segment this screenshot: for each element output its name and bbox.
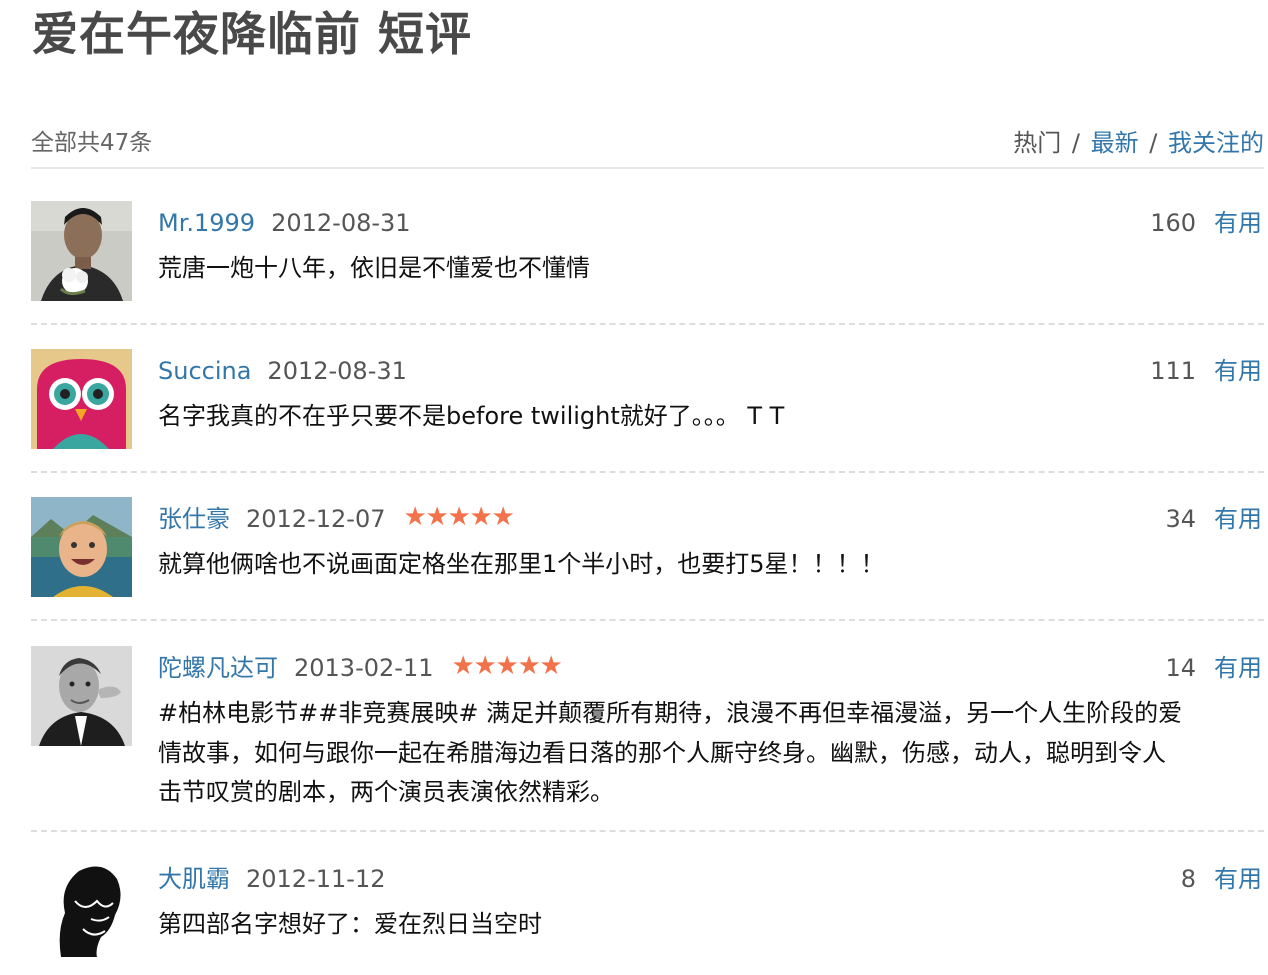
comment-item: 陀螺凡达可 2013-02-11 ★★★★★ 14 有用 #柏林电影节##非竞赛展映#… <box>31 646 1264 832</box>
smiling-boy-avatar[interactable] <box>31 497 132 597</box>
tab-hot[interactable]: 热门 <box>1013 129 1061 157</box>
star-icon: ★ <box>491 502 515 532</box>
vote-count: 8 <box>1180 865 1196 893</box>
comment-info: 张仕豪 2012-12-07 ★★★★★ <box>158 499 515 537</box>
comment-info: 陀螺凡达可 2013-02-11 ★★★★★ <box>158 648 563 686</box>
comment-info: Mr.1999 2012-08-31 <box>158 205 411 241</box>
owl-avatar[interactable] <box>31 349 132 449</box>
useful-button[interactable]: 有用 <box>1214 357 1262 385</box>
tab-following[interactable]: 我关注的 <box>1168 129 1264 157</box>
star-icon: ★ <box>473 651 497 681</box>
comment-text: 就算他俩啥也不说画面定格坐在那里1个半小时，也要打5星！！！！ <box>158 550 885 578</box>
vote-count: 14 <box>1165 654 1196 682</box>
rating-stars: ★★★★★ <box>403 499 515 535</box>
total-count: 全部共47条 <box>31 130 153 156</box>
user-name[interactable]: Mr.1999 <box>158 209 255 237</box>
tab-separator: / <box>1071 129 1080 157</box>
user-name[interactable]: Succina <box>158 357 251 385</box>
useful-button[interactable]: 有用 <box>1214 654 1262 682</box>
vote-count: 160 <box>1150 209 1196 237</box>
comment-date: 2012-11-12 <box>246 865 386 893</box>
comment-date: 2012-08-31 <box>267 357 407 385</box>
user-name[interactable]: 陀螺凡达可 <box>158 654 278 682</box>
rating-stars: ★★★★★ <box>451 648 563 684</box>
star-icon: ★ <box>469 502 493 532</box>
star-icon: ★ <box>451 651 475 681</box>
man-with-flower-avatar[interactable] <box>31 201 132 301</box>
tab-newest[interactable]: 最新 <box>1091 129 1139 157</box>
comment-text: 名字我真的不在乎只要不是before twilight就好了。。。 T T <box>158 402 785 430</box>
user-name[interactable]: 大肌霸 <box>158 865 230 893</box>
comment-date: 2012-12-07 <box>246 505 386 533</box>
vote-area: 111 有用 <box>1150 353 1262 389</box>
comment-date: 2012-08-31 <box>271 209 411 237</box>
comment-text: 第四部名字想好了：爱在烈日当空时 <box>158 910 542 938</box>
star-icon: ★ <box>425 502 449 532</box>
vote-area: 8 有用 <box>1181 861 1262 897</box>
comment-text: 荒唐一炮十八年，依旧是不懂爱也不懂情 <box>158 254 590 282</box>
star-icon: ★ <box>517 651 541 681</box>
vote-area: 160 有用 <box>1150 205 1262 241</box>
bw-portrait-avatar[interactable] <box>31 646 132 746</box>
star-icon: ★ <box>539 651 563 681</box>
star-icon: ★ <box>447 502 471 532</box>
comment-info: 大肌霸 2012-11-12 <box>158 861 385 897</box>
vote-area: 14 有用 <box>1165 650 1262 686</box>
sort-tabs: 热门 / 最新 / 我关注的 <box>1013 123 1264 158</box>
useful-button[interactable]: 有用 <box>1214 865 1262 893</box>
comment-item: Mr.1999 2012-08-31 160 有用 荒唐一炮十八年，依旧是不懂爱也不… <box>31 201 1264 325</box>
useful-button[interactable]: 有用 <box>1214 505 1262 533</box>
sunglasses-silhouette-avatar[interactable] <box>31 857 132 957</box>
comment-item: Succina 2012-08-31 111 有用 名字我真的不在乎只要不是befo… <box>31 349 1264 473</box>
vote-count: 111 <box>1150 357 1196 385</box>
vote-count: 34 <box>1165 505 1196 533</box>
comment-info: Succina 2012-08-31 <box>158 353 407 389</box>
summary-bar: 全部共47条 热门 / 最新 / 我关注的 <box>31 117 1264 169</box>
tab-separator: / <box>1149 129 1158 157</box>
star-icon: ★ <box>495 651 519 681</box>
comment-item: 张仕豪 2012-12-07 ★★★★★ 34 有用 就算他俩啥也不说画面定格坐在那里… <box>31 497 1264 621</box>
useful-button[interactable]: 有用 <box>1214 209 1262 237</box>
vote-area: 34 有用 <box>1165 501 1262 537</box>
comment-item: 大肌霸 2012-11-12 8 有用 第四部名字想好了：爱在烈日当空时 <box>31 857 1264 975</box>
comment-text: #柏林电影节##非竞赛展映# 满足并颠覆所有期待，浪漫不再但幸福漫溢，另一个人生… <box>158 699 1183 806</box>
star-icon: ★ <box>403 502 427 532</box>
comment-date: 2013-02-11 <box>294 654 434 682</box>
user-name[interactable]: 张仕豪 <box>158 505 230 533</box>
page-title: 爱在午夜降临前 短评 <box>32 7 473 61</box>
